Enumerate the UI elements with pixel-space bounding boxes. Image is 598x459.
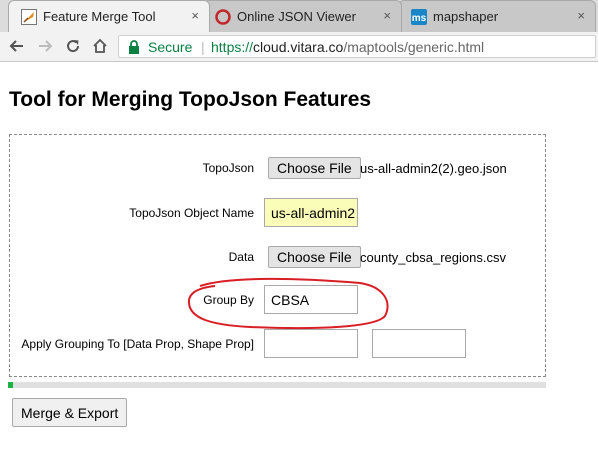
tab-title: Feature Merge Tool	[43, 9, 156, 24]
reload-icon	[67, 40, 80, 53]
lock-icon	[128, 40, 140, 57]
apply-grouping-label: Apply Grouping To [Data Prop, Shape Prop…	[21, 337, 254, 351]
forward-button[interactable]	[34, 35, 56, 57]
address-bar[interactable]: Secure | https://cloud.vitara.co/maptool…	[118, 35, 596, 58]
tab-title: mapshaper	[433, 9, 499, 24]
data-choose-file-button[interactable]: Choose File	[268, 246, 361, 268]
home-button[interactable]	[89, 35, 111, 57]
tab-close-icon[interactable]: ×	[191, 8, 199, 24]
forward-arrow-icon	[39, 40, 53, 52]
group-by-label: Group By	[203, 293, 254, 307]
browser-toolbar: Secure | https://cloud.vitara.co/maptool…	[0, 32, 598, 62]
group-by-input[interactable]: CBSA	[264, 285, 358, 314]
topojson-file-name: us-all-admin2(2).geo.json	[360, 161, 507, 176]
back-arrow-icon	[9, 40, 23, 52]
tab-close-icon[interactable]: ×	[383, 8, 391, 24]
mapshaper-favicon-icon: ms	[411, 9, 427, 25]
svg-text:ms: ms	[412, 13, 427, 24]
data-file-name: county_cbsa_regions.csv	[360, 250, 506, 265]
reload-button[interactable]	[62, 35, 84, 57]
tab-feature-merge-tool[interactable]: Feature Merge Tool ×	[8, 0, 210, 32]
tab-online-json-viewer[interactable]: Online JSON Viewer ×	[202, 0, 402, 32]
url-text[interactable]: https://cloud.vitara.co/maptools/generic…	[211, 39, 484, 55]
tab-close-icon[interactable]: ×	[577, 8, 585, 24]
url-path: /maptools/generic.html	[343, 39, 485, 55]
back-button[interactable]	[6, 35, 28, 57]
data-label: Data	[228, 250, 254, 264]
home-icon	[93, 38, 107, 53]
apply-grouping-data-prop-input[interactable]	[264, 329, 358, 358]
tab-strip: ms mapshaper × Online JSON Viewer × Feat…	[0, 0, 598, 32]
page-title: Tool for Merging TopoJson Features	[9, 88, 372, 111]
json-viewer-favicon-icon	[215, 9, 231, 25]
tab-mapshaper[interactable]: ms mapshaper ×	[398, 0, 596, 32]
progress-bar	[8, 382, 546, 388]
topojson-object-name-label: TopoJson Object Name	[129, 206, 254, 220]
topojson-label: TopoJson	[202, 161, 254, 175]
tab-title: Online JSON Viewer	[237, 9, 356, 24]
secure-label: Secure	[148, 39, 193, 55]
topojson-choose-file-button[interactable]: Choose File	[268, 157, 361, 179]
tool-favicon-icon	[21, 9, 37, 25]
url-host: cloud.vitara.co	[253, 39, 344, 55]
address-separator: |	[201, 39, 205, 55]
url-scheme: https://	[211, 39, 254, 55]
apply-grouping-shape-prop-input[interactable]	[372, 329, 466, 358]
topojson-object-name-input[interactable]: us-all-admin2	[264, 198, 358, 227]
progress-bar-fill	[8, 382, 14, 388]
merge-export-button[interactable]: Merge & Export	[12, 398, 128, 427]
